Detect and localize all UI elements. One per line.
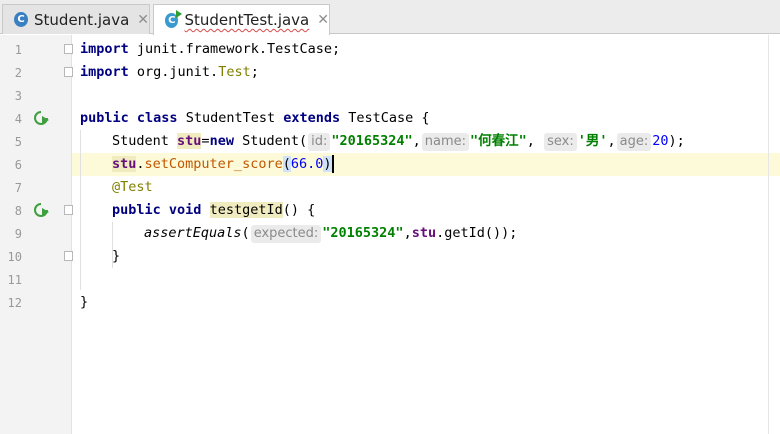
variable: stu xyxy=(112,156,137,172)
fold-marker-icon[interactable] xyxy=(64,44,73,54)
code-text: , xyxy=(607,133,616,149)
code-text: . xyxy=(136,156,145,172)
code-text: , xyxy=(403,225,412,241)
code-text: Test xyxy=(218,64,251,80)
line-number: 8 xyxy=(14,204,22,218)
tab-label: StudentTest.java xyxy=(184,11,310,29)
line-number: 6 xyxy=(14,158,22,172)
string-literal: "何春江" xyxy=(470,133,527,149)
right-margin-guide xyxy=(768,35,769,434)
indent-guide xyxy=(80,130,81,290)
method-call: setComputer_score xyxy=(144,156,283,172)
fold-marker-icon[interactable] xyxy=(64,67,73,77)
editor-tab-bar: C Student.java ✕ C StudentTest.java ✕ xyxy=(0,0,780,35)
fold-marker-icon[interactable] xyxy=(64,251,73,261)
line-number: 9 xyxy=(14,227,22,241)
code-line-6[interactable]: stu.setComputer_score(66.0) xyxy=(112,153,334,176)
tab-student-java[interactable]: C Student.java ✕ xyxy=(2,4,150,34)
run-test-icon[interactable] xyxy=(32,109,50,127)
code-text: } xyxy=(80,294,89,310)
code-line-1[interactable]: import junit.framework.TestCase; xyxy=(80,38,340,61)
code-text: ; xyxy=(250,64,259,80)
keyword: extends xyxy=(283,110,341,126)
variable: stu xyxy=(411,225,437,241)
line-number: 1 xyxy=(14,43,22,57)
code-text: () { xyxy=(282,202,316,218)
close-icon[interactable]: ✕ xyxy=(317,12,329,28)
java-test-class-icon: C xyxy=(165,9,183,28)
code-text: ); xyxy=(668,133,685,149)
code-text: TestCase { xyxy=(340,110,430,126)
code-text: } xyxy=(112,248,121,264)
code-line-5[interactable]: Student stu=new Student(id: "20165324", na… xyxy=(112,130,685,153)
keyword: new xyxy=(209,133,234,149)
line-number: 10 xyxy=(7,250,22,264)
code-text: , xyxy=(526,133,535,149)
string-literal: "20165324" xyxy=(322,225,404,241)
char-literal: '男' xyxy=(577,133,608,149)
code-line-8[interactable]: public void testgetId() { xyxy=(112,199,315,222)
line-number: 5 xyxy=(14,135,22,149)
number-literal: 20 xyxy=(652,133,669,149)
code-text: org.junit. xyxy=(128,64,219,80)
line-number: 4 xyxy=(14,112,22,126)
method-name: testgetId xyxy=(209,202,283,218)
code-line-9[interactable]: assertEquals(expected: "20165324",stu.get… xyxy=(144,222,517,245)
code-text: ) xyxy=(323,156,332,172)
line-number: 12 xyxy=(7,296,22,310)
parameter-hint: name: xyxy=(421,133,470,151)
keyword: void xyxy=(168,202,202,218)
keyword: import xyxy=(80,64,129,80)
parameter-hint: expected: xyxy=(250,225,322,243)
code-text: = xyxy=(201,133,210,149)
tab-studenttest-java[interactable]: C StudentTest.java ✕ xyxy=(153,4,330,35)
parameter-hint: sex: xyxy=(544,133,577,151)
keyword: class xyxy=(136,110,178,126)
code-line-4[interactable]: public class StudentTest extends TestCas… xyxy=(80,107,430,130)
parameter-hint: age: xyxy=(616,133,652,151)
code-text: Student( xyxy=(233,133,308,149)
code-line-12[interactable]: } xyxy=(80,291,88,314)
code-line-10[interactable]: } xyxy=(112,245,120,268)
text-caret xyxy=(331,155,334,173)
type-name: Student xyxy=(112,133,178,149)
close-icon[interactable]: ✕ xyxy=(137,12,149,28)
string-literal: "20165324" xyxy=(331,133,413,149)
fold-marker-icon[interactable] xyxy=(64,205,73,215)
line-number: 7 xyxy=(14,181,22,195)
code-text: , xyxy=(412,133,421,149)
code-line-7[interactable]: @Test xyxy=(112,176,153,199)
keyword: import xyxy=(80,41,129,57)
number-literal: 66.0 xyxy=(290,156,324,172)
code-line-2[interactable]: import org.junit.Test; xyxy=(80,61,259,84)
keyword: public xyxy=(80,110,129,126)
code-text: .getId()); xyxy=(436,225,518,241)
line-number: 3 xyxy=(14,89,22,103)
code-text: ( xyxy=(282,156,291,172)
line-number: 11 xyxy=(7,273,22,287)
line-number: 2 xyxy=(14,66,22,80)
annotation: @Test xyxy=(112,179,153,195)
java-class-icon: C xyxy=(14,12,29,27)
run-test-icon[interactable] xyxy=(32,201,50,219)
code-text: ( xyxy=(241,225,250,241)
tab-label: Student.java xyxy=(34,10,130,29)
code-text: junit.framework.TestCase; xyxy=(128,41,341,57)
parameter-hint: id: xyxy=(308,133,331,151)
variable: stu xyxy=(177,133,202,149)
method-call: assertEquals xyxy=(144,225,242,241)
class-name: StudentTest xyxy=(177,110,284,126)
keyword: public xyxy=(112,202,161,218)
